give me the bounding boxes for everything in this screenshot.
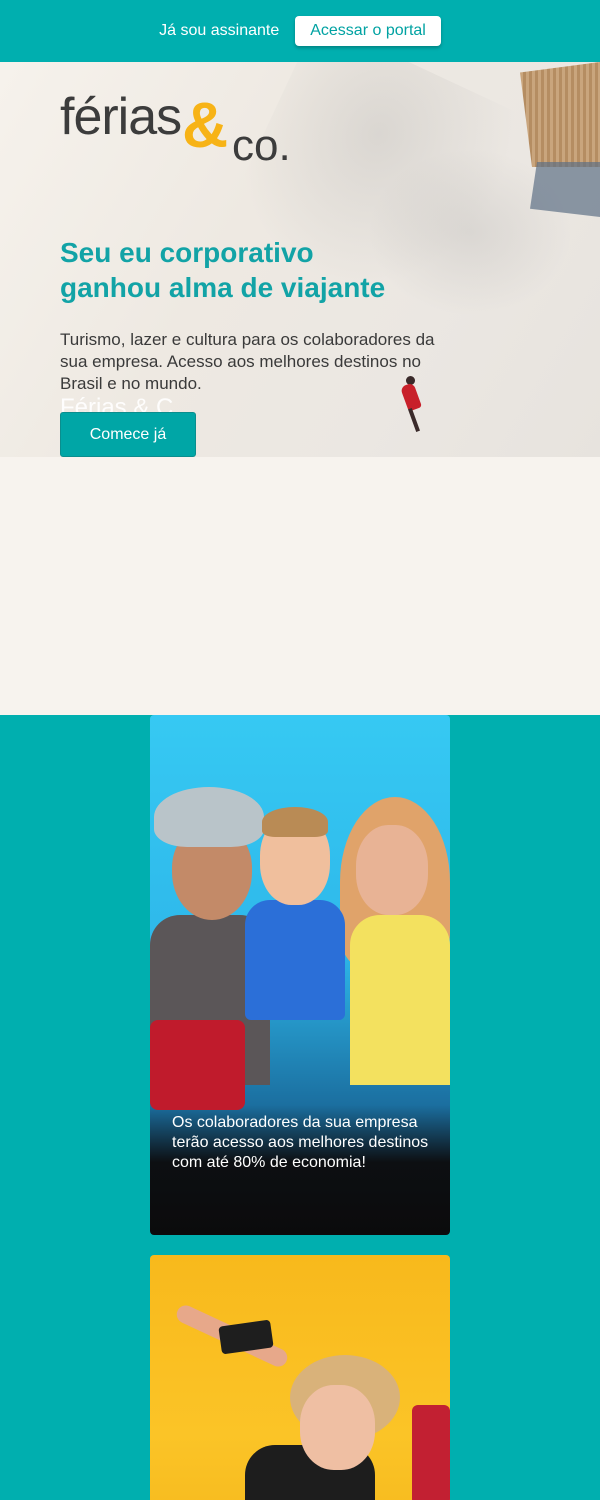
umbrella-shadow [530,162,600,217]
headline-line-1: Seu eu corporativo [60,237,314,268]
subscriber-text: Já sou assinante [159,22,280,39]
family-card: Os colaboradores da sua empresa terão ac… [150,715,450,1235]
red-suitcase [150,1020,245,1110]
logo-co: co. [232,121,291,170]
family-card-text: Os colaboradores da sua empresa terão ac… [172,1114,429,1171]
woman-face [300,1385,375,1470]
access-portal-button[interactable]: Acessar o portal [295,16,441,46]
hero-section: férias & co. Seu eu corporativo ganhou a… [0,62,600,457]
logo-ampersand: & [182,89,229,161]
selfie-card [150,1255,450,1500]
beach-umbrella-image [520,62,600,167]
top-bar: Já sou assinante Acessar o portal [0,0,600,62]
hero-subtext: Turismo, lazer e cultura para os colabor… [60,330,435,393]
boy-hair [262,807,328,837]
start-now-button[interactable]: Comece já [60,412,196,457]
woman-body [350,915,450,1085]
hero-headline: Seu eu corporativo ganhou alma de viajan… [60,235,440,305]
man-hat [154,787,264,847]
boy-body [245,900,345,1020]
headline-line-2: ganhou alma de viajante [60,272,386,303]
beige-spacer-band [0,457,600,715]
ferias-co-logo[interactable]: férias & co. [60,87,320,170]
woman-face [356,825,428,915]
logo-word: férias [60,88,182,146]
red-luggage [412,1405,450,1500]
